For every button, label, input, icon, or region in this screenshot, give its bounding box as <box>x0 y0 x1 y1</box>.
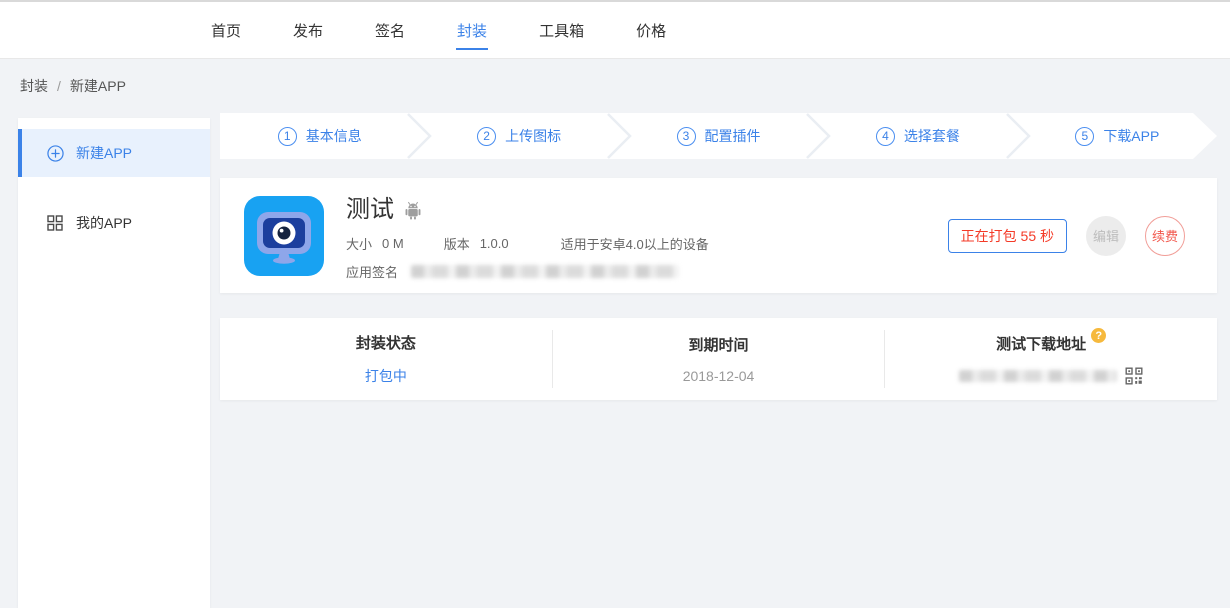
step-basic-info: 1 基本信息 <box>220 113 419 159</box>
android-icon <box>404 201 422 220</box>
step-label: 配置插件 <box>705 126 761 146</box>
edit-button[interactable]: 编辑 <box>1086 216 1126 256</box>
download-url-header: 测试下载地址 <box>996 333 1086 354</box>
expiry-column: 到期时间 2018-12-04 <box>552 330 885 388</box>
renew-button[interactable]: 续费 <box>1145 216 1185 256</box>
app-signature-redacted <box>411 265 679 278</box>
step-configure-plugins: 3 配置插件 <box>619 113 818 159</box>
download-url-redacted[interactable] <box>959 370 1117 382</box>
package-info-card: 封装状态 打包中 到期时间 2018-12-04 测试下载地址 ? <box>220 318 1217 400</box>
nav-item-signature[interactable]: 签名 <box>374 2 406 58</box>
app-info: 测试 <box>346 196 948 275</box>
step-label: 下载APP <box>1103 126 1159 146</box>
expiry-value: 2018-12-04 <box>683 368 755 384</box>
package-status-header: 封装状态 <box>356 332 416 353</box>
app-version-value: 1.0.0 <box>480 236 509 251</box>
nav-item-toolbox[interactable]: 工具箱 <box>538 2 585 58</box>
packing-status-button[interactable]: 正在打包 55 秒 <box>948 219 1067 253</box>
app-name: 测试 <box>346 197 394 223</box>
grid-icon <box>46 215 64 231</box>
nav-item-publish[interactable]: 发布 <box>292 2 324 58</box>
step-label: 基本信息 <box>306 126 362 146</box>
app-size-value: 0 M <box>382 236 404 251</box>
sidebar-item-my-app[interactable]: 我的APP <box>18 199 210 247</box>
nav-item-package[interactable]: 封装 <box>456 2 488 58</box>
step-label: 选择套餐 <box>904 126 960 146</box>
steps-wizard: 1 基本信息 2 上传图标 3 配置插件 4 选择套餐 5 下载APP <box>220 113 1217 159</box>
breadcrumb-parent[interactable]: 封装 <box>20 76 48 96</box>
app-size-label: 大小 <box>346 234 372 253</box>
step-number: 3 <box>677 127 696 146</box>
content-area: 新建APP 我的APP 1 基本信息 2 上传图标 3 配置插件 <box>0 113 1230 608</box>
app-icon <box>244 196 324 276</box>
sidebar-item-label: 新建APP <box>76 143 132 163</box>
breadcrumb-current: 新建APP <box>70 76 126 96</box>
step-number: 4 <box>876 127 895 146</box>
package-status-value: 打包中 <box>365 366 407 386</box>
breadcrumb: 封装 / 新建APP <box>0 59 1230 113</box>
app-version-label: 版本 <box>444 234 470 253</box>
plus-circle-icon <box>46 145 64 162</box>
package-status-column: 封装状态 打包中 <box>220 330 552 388</box>
breadcrumb-separator: / <box>57 78 61 94</box>
qr-code-icon[interactable] <box>1125 367 1143 385</box>
nav-item-price[interactable]: 价格 <box>635 2 667 58</box>
nav-item-home[interactable]: 首页 <box>210 2 242 58</box>
step-label: 上传图标 <box>505 126 561 146</box>
app-compatibility: 适用于安卓4.0以上的设备 <box>561 234 709 253</box>
download-url-column: 测试下载地址 ? <box>884 330 1217 388</box>
sidebar: 新建APP 我的APP <box>18 118 210 608</box>
top-header: 首页 发布 签名 封装 工具箱 价格 <box>0 0 1230 59</box>
sidebar-item-new-app[interactable]: 新建APP <box>18 129 210 177</box>
step-upload-icon: 2 上传图标 <box>419 113 618 159</box>
main-nav: 首页 发布 签名 封装 工具箱 价格 <box>210 2 667 58</box>
sidebar-item-label: 我的APP <box>76 213 132 233</box>
help-coin-icon[interactable]: ? <box>1091 328 1106 343</box>
app-signature-label: 应用签名 <box>346 262 398 281</box>
step-number: 1 <box>278 127 297 146</box>
step-number: 5 <box>1075 127 1094 146</box>
app-actions: 正在打包 55 秒 编辑 续费 <box>948 196 1193 275</box>
step-number: 2 <box>477 127 496 146</box>
main-panel: 1 基本信息 2 上传图标 3 配置插件 4 选择套餐 5 下载APP <box>220 113 1217 400</box>
expiry-header: 到期时间 <box>689 334 749 355</box>
step-select-plan: 4 选择套餐 <box>818 113 1017 159</box>
step-download-app: 5 下载APP <box>1018 113 1217 159</box>
app-card: 测试 <box>220 178 1217 293</box>
